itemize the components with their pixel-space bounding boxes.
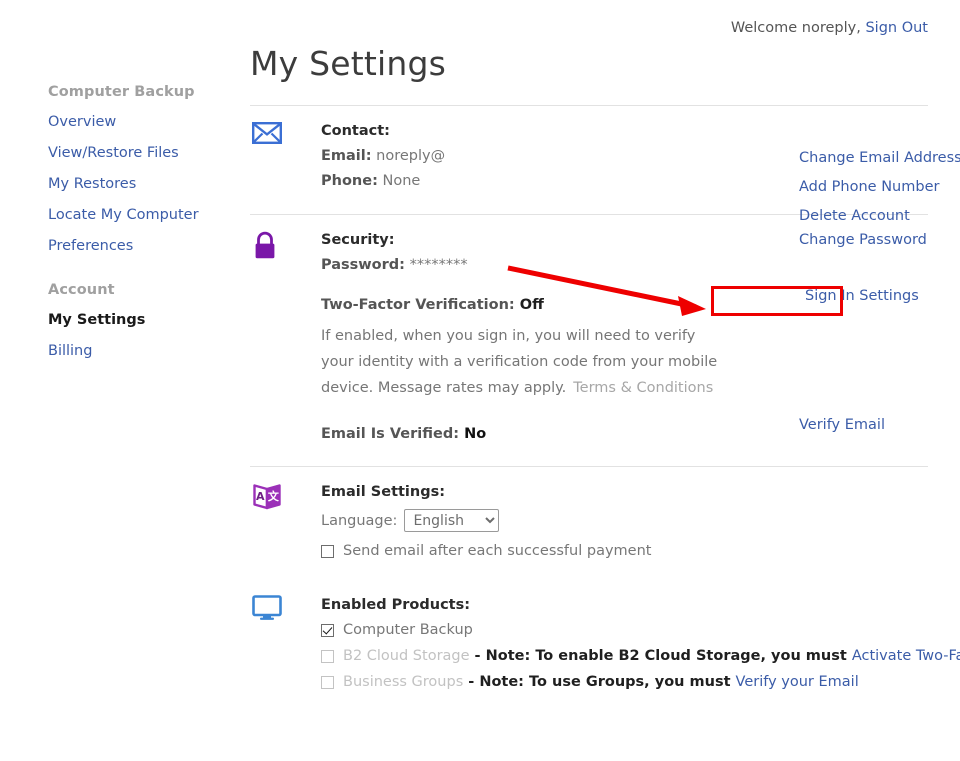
verify-email-link[interactable]: Verify Email [799,417,960,433]
password-value: ******** [409,257,468,273]
business-groups-note: - Note: To use Groups, you must [468,674,731,690]
sidebar-group-title-computer-backup: Computer Backup [48,84,195,100]
email-settings-section: A 文 Email Settings: Language: English Se… [250,467,928,575]
sidebar-item-my-restores[interactable]: My Restores [48,176,228,192]
change-password-link[interactable]: Change Password [799,232,960,248]
sidebar-item-overview[interactable]: Overview [48,114,228,130]
security-actions: Change Password [799,232,960,261]
enabled-products-body: Enabled Products: Computer Backup B2 Clo… [321,597,960,690]
verify-your-email-link[interactable]: Verify your Email [736,674,859,690]
email-verified-value: No [464,426,487,442]
enabled-products-title: Enabled Products: [321,597,471,613]
b2-cloud-storage-label: B2 Cloud Storage [343,648,470,664]
sidebar: Computer Backup Overview View/Restore Fi… [48,84,228,374]
welcome-bar: Welcome noreply, Sign Out [731,20,928,36]
sidebar-item-billing[interactable]: Billing [48,343,228,359]
two-factor-value: Off [519,297,544,313]
email-settings-body: Email Settings: Language: English Send e… [321,484,928,559]
verify-email-action: Verify Email [799,417,960,446]
business-groups-checkbox[interactable] [321,675,334,689]
sign-in-settings-link[interactable]: Sign In Settings [799,284,925,308]
envelope-icon [252,122,288,154]
computer-backup-label: Computer Backup [343,622,473,638]
payment-email-label: Send email after each successful payment [343,543,652,559]
activate-two-factor-sign-in-link[interactable]: Activate Two-Factor Sign In [852,648,960,664]
contact-phone-label: Phone: [321,173,378,189]
monitor-icon [252,595,288,627]
svg-text:文: 文 [268,489,280,503]
product-row-computer-backup[interactable]: Computer Backup [321,622,928,638]
language-book-icon: A 文 [252,483,288,515]
payment-email-row[interactable]: Send email after each successful payment [321,543,928,559]
terms-and-conditions-link[interactable]: Terms & Conditions [573,380,713,396]
email-settings-title: Email Settings: [321,484,446,500]
sidebar-group-title-account: Account [48,282,115,298]
sidebar-item-view-restore-files[interactable]: View/Restore Files [48,145,228,161]
b2-cloud-storage-checkbox[interactable] [321,649,334,663]
main-content: My Settings Contact: Email: noreply@ Pho… [250,44,960,700]
password-label: Password: [321,257,405,273]
language-label: Language: [321,512,398,529]
language-row: Language: English [321,509,928,532]
sign-out-link[interactable]: Sign Out [865,20,928,36]
two-factor-description: If enabled, when you sign in, you will n… [321,323,721,401]
business-groups-label: Business Groups [343,674,464,690]
sign-in-settings-wrap: Sign In Settings [799,284,925,321]
contact-title: Contact: [321,123,390,139]
email-verified-label: Email Is Verified: [321,426,460,442]
payment-email-checkbox[interactable] [321,544,334,558]
welcome-text: Welcome noreply, [730,20,861,36]
lock-icon [252,231,288,263]
change-email-address-link[interactable]: Change Email Address [799,150,960,166]
b2-cloud-storage-note: - Note: To enable B2 Cloud Storage, you … [474,648,847,664]
contact-body: Contact: Email: noreply@ Phone: None Cha… [321,123,960,224]
contact-email-label: Email: [321,148,372,164]
enabled-products-section: Enabled Products: Computer Backup B2 Clo… [250,575,960,690]
two-factor-label: Two-Factor Verification: [321,297,515,313]
language-select[interactable]: English [404,509,500,532]
add-phone-number-link[interactable]: Add Phone Number [799,179,960,195]
page-title: My Settings [250,44,447,83]
product-row-business-groups[interactable]: Business Groups - Note: To use Groups, y… [321,674,928,690]
contact-email-value: noreply@ [376,148,446,164]
sidebar-item-my-settings[interactable]: My Settings [48,312,228,328]
computer-backup-checkbox[interactable] [321,623,334,637]
product-row-b2-cloud-storage[interactable]: B2 Cloud Storage - Note: To enable B2 Cl… [321,648,960,664]
svg-text:A: A [256,490,265,503]
sidebar-item-preferences[interactable]: Preferences [48,238,228,254]
sidebar-item-locate-my-computer[interactable]: Locate My Computer [48,207,228,223]
contact-section: Contact: Email: noreply@ Phone: None Cha… [250,106,960,224]
security-section: Security: Password: ******** Change Pass… [250,215,928,466]
security-body: Security: Password: ******** Change Pass… [321,232,928,442]
contact-phone-value: None [382,173,421,189]
